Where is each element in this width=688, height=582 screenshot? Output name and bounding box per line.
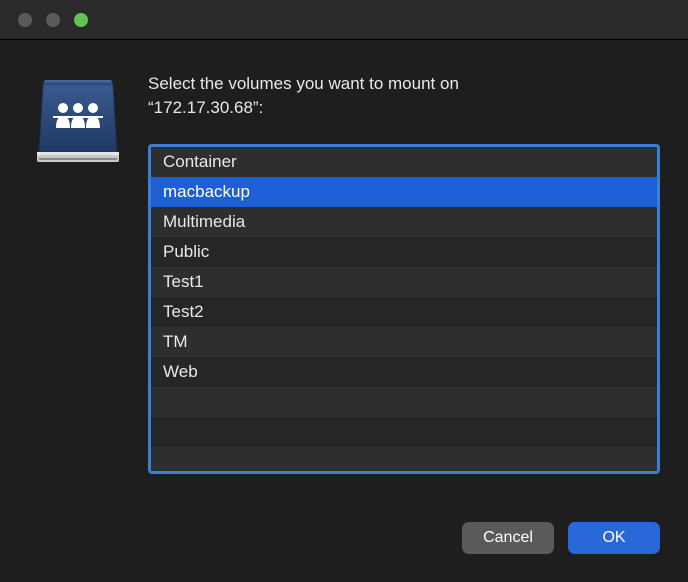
volume-empty-row (151, 387, 657, 417)
cancel-button[interactable]: Cancel (462, 522, 554, 554)
dialog-prompt: Select the volumes you want to mount on … (148, 72, 660, 120)
network-drive-icon (33, 72, 123, 172)
volume-item-label: macbackup (163, 182, 250, 202)
dialog-content: Select the volumes you want to mount on … (0, 40, 688, 498)
volume-item-label: Public (163, 242, 209, 262)
volume-item-label: Test1 (163, 272, 204, 292)
ok-button[interactable]: OK (568, 522, 660, 554)
volume-item[interactable]: Test2 (151, 297, 657, 327)
volume-item[interactable]: Multimedia (151, 207, 657, 237)
volume-item[interactable]: Public (151, 237, 657, 267)
volume-empty-row (151, 447, 657, 474)
volume-item-label: Web (163, 362, 198, 382)
volume-item-label: Container (163, 152, 237, 172)
icon-column (28, 72, 128, 474)
dialog-buttons: Cancel OK (0, 498, 688, 554)
prompt-line-1: Select the volumes you want to mount on (148, 74, 459, 93)
prompt-line-2: “172.17.30.68”: (148, 98, 263, 117)
main-column: Select the volumes you want to mount on … (148, 72, 660, 474)
volume-list[interactable]: Container macbackup Multimedia Public Test1 T… (148, 144, 660, 474)
close-window-button[interactable] (18, 13, 32, 27)
volume-item[interactable]: TM (151, 327, 657, 357)
volume-item[interactable]: macbackup (151, 177, 657, 207)
volume-item[interactable]: Test1 (151, 267, 657, 297)
volume-item[interactable]: Web (151, 357, 657, 387)
volume-item-label: TM (163, 332, 188, 352)
minimize-window-button[interactable] (46, 13, 60, 27)
maximize-window-button[interactable] (74, 13, 88, 27)
volume-item-label: Multimedia (163, 212, 245, 232)
volume-item-label: Test2 (163, 302, 204, 322)
window-titlebar (0, 0, 688, 40)
volume-item[interactable]: Container (151, 147, 657, 177)
volume-empty-row (151, 417, 657, 447)
